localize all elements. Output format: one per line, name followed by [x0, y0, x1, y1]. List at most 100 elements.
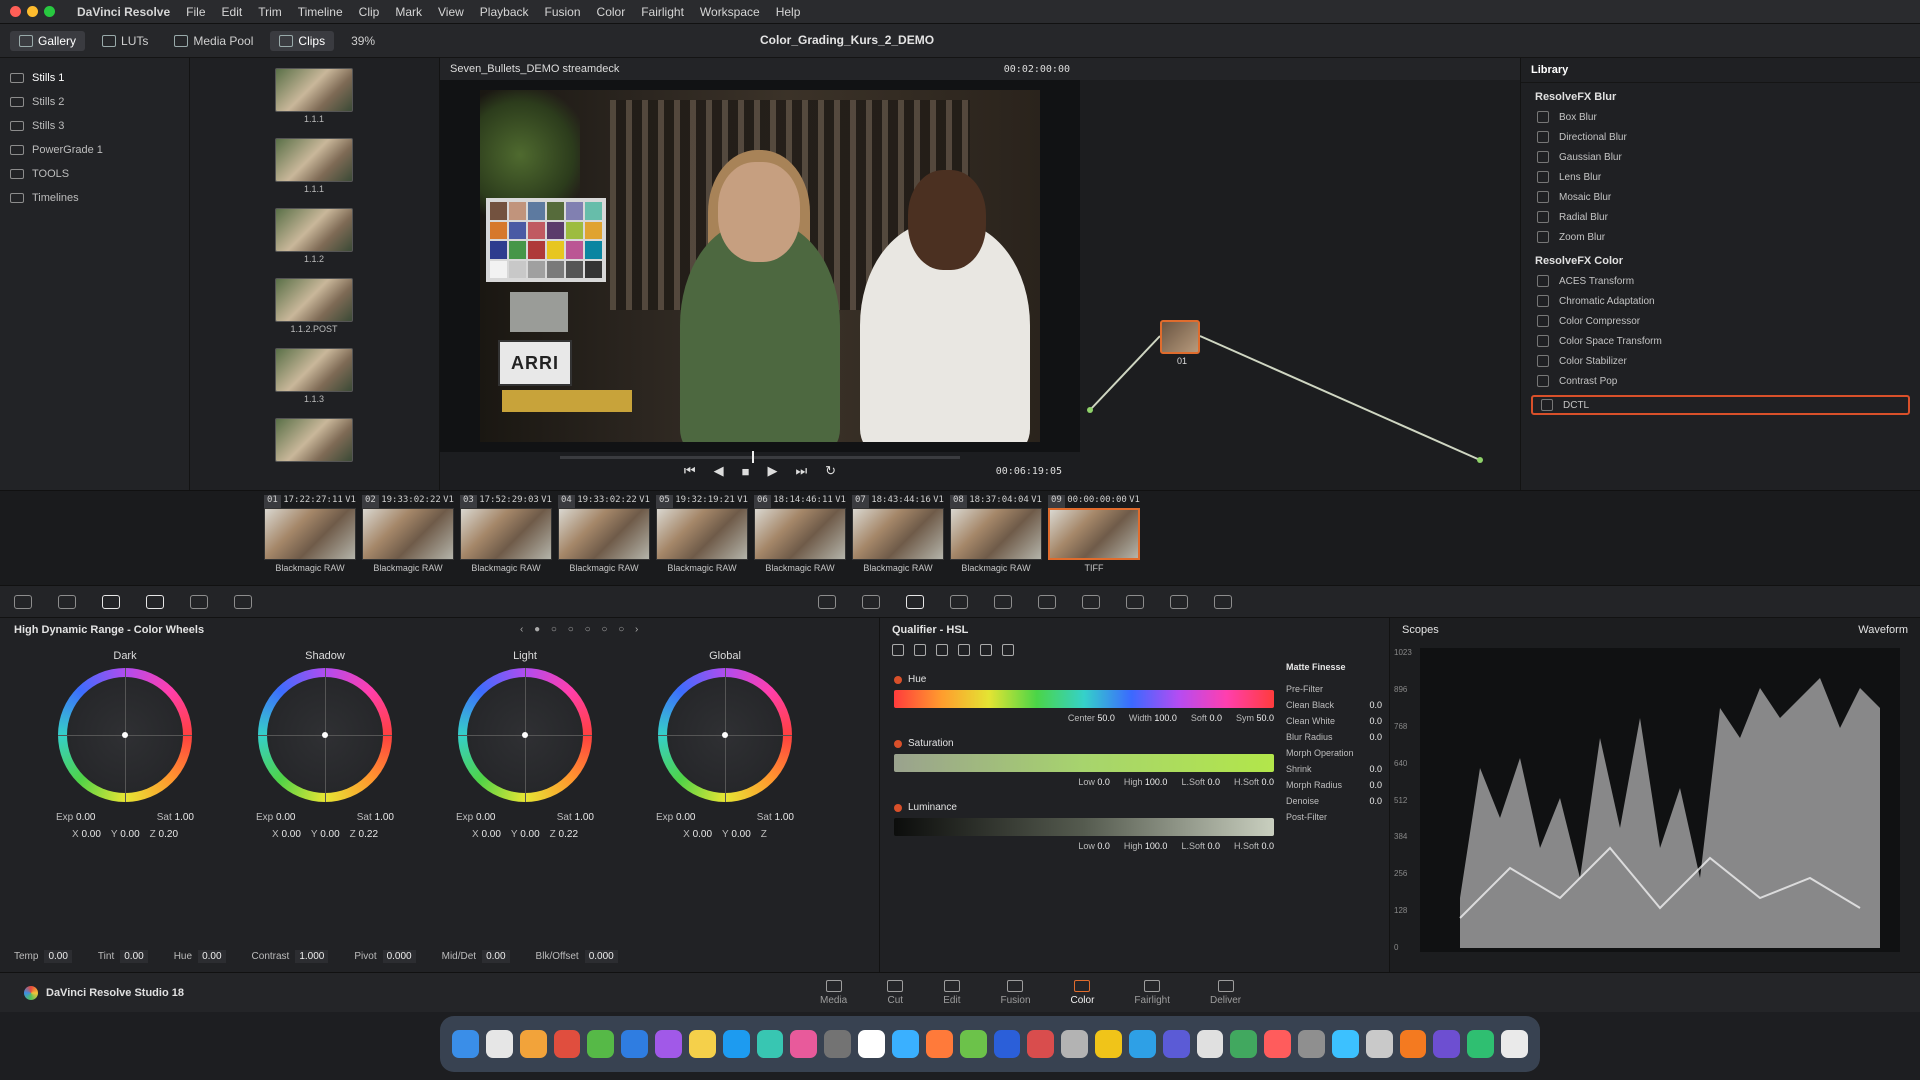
zoom-dropdown[interactable]: 39% — [342, 31, 384, 51]
enable-dot-icon[interactable] — [894, 675, 902, 684]
library-item[interactable]: ACES Transform — [1521, 271, 1920, 291]
scope-mode-dropdown[interactable]: Waveform — [1858, 624, 1908, 636]
dock-app-icon[interactable] — [587, 1030, 615, 1058]
dock-app-icon[interactable] — [891, 1030, 919, 1058]
menu-timeline[interactable]: Timeline — [298, 5, 343, 19]
dock-app-icon[interactable] — [790, 1030, 818, 1058]
param-value[interactable]: 0.00 — [120, 950, 148, 963]
dock-app-icon[interactable] — [1061, 1030, 1089, 1058]
page-tab-cut[interactable]: Cut — [887, 979, 904, 1006]
wheel-sat[interactable]: 1.00 — [775, 812, 794, 823]
matte-param-value[interactable]: 0.0 — [1369, 716, 1382, 732]
curves-icon[interactable] — [818, 594, 836, 609]
magic-mask-icon[interactable] — [1038, 594, 1056, 609]
media-pool-button[interactable]: Media Pool — [165, 31, 262, 51]
tab-library[interactable]: Library — [1531, 64, 1568, 76]
menu-fairlight[interactable]: Fairlight — [641, 5, 684, 19]
page-tab-edit[interactable]: Edit — [943, 979, 960, 1006]
gallery-album-stills-2[interactable]: Stills 2 — [10, 90, 179, 114]
matte-param-value[interactable]: 0.0 — [1369, 796, 1382, 812]
color-match-icon[interactable] — [58, 594, 76, 609]
corrector-node[interactable]: 01 — [1160, 320, 1200, 366]
minimize-window-button[interactable] — [27, 6, 38, 17]
lum-high[interactable]: 100.0 — [1145, 841, 1168, 851]
wheel-z[interactable]: 0.22 — [559, 829, 578, 840]
menu-mark[interactable]: Mark — [395, 5, 422, 19]
param-value[interactable]: 0.00 — [198, 950, 226, 963]
menu-file[interactable]: File — [186, 5, 205, 19]
dock-app-icon[interactable] — [1331, 1030, 1359, 1058]
timeline-clip[interactable]: 08 18:37:04:04 V1 Blackmagic RAW — [950, 495, 1042, 573]
matte-param-value[interactable]: 0.0 — [1369, 732, 1382, 748]
page-tab-media[interactable]: Media — [820, 979, 847, 1006]
3d-icon[interactable] — [1214, 594, 1232, 609]
gallery-album-powergrade-1[interactable]: PowerGrade 1 — [10, 138, 179, 162]
wheel-exp[interactable]: 0.00 — [476, 812, 495, 823]
dock-app-icon[interactable] — [1264, 1030, 1292, 1058]
dock-app-icon[interactable] — [621, 1030, 649, 1058]
library-section-blur[interactable]: ResolveFX Blur — [1521, 83, 1920, 107]
dock-app-icon[interactable] — [993, 1030, 1021, 1058]
enable-dot-icon[interactable] — [894, 803, 902, 812]
hue-soft[interactable]: 0.0 — [1209, 713, 1222, 723]
qualifier-icon[interactable] — [906, 594, 924, 609]
hue-label[interactable]: Hue — [894, 674, 1274, 685]
timeline-clip[interactable]: 07 18:43:44:16 V1 Blackmagic RAW — [852, 495, 944, 573]
wheel-puck[interactable] — [122, 732, 128, 738]
wheel-x[interactable]: 0.00 — [81, 829, 100, 840]
dock-app-icon[interactable] — [655, 1030, 682, 1058]
scrub-bar[interactable] — [560, 451, 960, 463]
viewer[interactable]: ARRI — [440, 80, 1080, 452]
wheel-exp[interactable]: 0.00 — [76, 812, 95, 823]
motion-effects-icon[interactable] — [234, 594, 252, 609]
dock-app-icon[interactable] — [688, 1030, 716, 1058]
hue-width[interactable]: 100.0 — [1154, 713, 1177, 723]
wheel-control[interactable] — [258, 668, 392, 802]
timeline-clip[interactable]: 06 18:14:46:11 V1 Blackmagic RAW — [754, 495, 846, 573]
timeline-clip[interactable]: 05 19:32:19:21 V1 Blackmagic RAW — [656, 495, 748, 573]
library-item[interactable]: Box Blur — [1521, 107, 1920, 127]
luminance-range-bar[interactable] — [894, 818, 1274, 836]
library-item[interactable]: Mosaic Blur — [1521, 187, 1920, 207]
dock-app-icon[interactable] — [553, 1030, 581, 1058]
node-editor[interactable]: 01 — [1080, 80, 1520, 490]
menu-playback[interactable]: Playback — [480, 5, 529, 19]
hdr-wheels-icon[interactable] — [146, 594, 164, 609]
enable-dot-icon[interactable] — [894, 739, 902, 748]
tracker-icon[interactable] — [994, 594, 1012, 609]
dock-app-icon[interactable] — [1027, 1030, 1055, 1058]
wheel-y[interactable]: 0.00 — [731, 829, 750, 840]
lum-hsoft[interactable]: 0.0 — [1261, 841, 1274, 851]
picker-minus-icon[interactable] — [914, 644, 926, 656]
timeline-clip[interactable]: 03 17:52:29:03 V1 Blackmagic RAW — [460, 495, 552, 573]
key-icon[interactable] — [1126, 594, 1144, 609]
picker-icon[interactable] — [892, 644, 904, 656]
lum-low[interactable]: 0.0 — [1097, 841, 1110, 851]
dock-app-icon[interactable] — [824, 1030, 852, 1058]
menu-trim[interactable]: Trim — [258, 5, 282, 19]
saturation-label[interactable]: Saturation — [894, 738, 1274, 749]
library-item[interactable]: Gaussian Blur — [1521, 147, 1920, 167]
dock-app-icon[interactable] — [1399, 1030, 1427, 1058]
wheel-control[interactable] — [458, 668, 592, 802]
dock-app-icon[interactable] — [1162, 1030, 1190, 1058]
luminance-label[interactable]: Luminance — [894, 802, 1274, 813]
wheel-x[interactable]: 0.00 — [281, 829, 300, 840]
wheel-exp[interactable]: 0.00 — [676, 812, 695, 823]
wheel-y[interactable]: 0.00 — [320, 829, 339, 840]
timeline-clip[interactable]: 04 19:33:02:22 V1 Blackmagic RAW — [558, 495, 650, 573]
dock-app-icon[interactable] — [1433, 1030, 1461, 1058]
param-value[interactable]: 0.000 — [584, 950, 618, 963]
still-thumbnail[interactable]: 1.1.3 — [275, 348, 353, 404]
gallery-album-timelines[interactable]: Timelines — [10, 186, 179, 210]
library-item[interactable]: Radial Blur — [1521, 207, 1920, 227]
zoom-window-button[interactable] — [44, 6, 55, 17]
dock-app-icon[interactable] — [519, 1030, 547, 1058]
dock-app-icon[interactable] — [1501, 1030, 1528, 1058]
wheel-y[interactable]: 0.00 — [520, 829, 539, 840]
rgb-mixer-icon[interactable] — [190, 594, 208, 609]
lum-lsoft[interactable]: 0.0 — [1207, 841, 1220, 851]
page-tab-fusion[interactable]: Fusion — [1000, 979, 1031, 1006]
matte-param-value[interactable]: 0.0 — [1369, 764, 1382, 780]
dock-app-icon[interactable] — [959, 1030, 987, 1058]
